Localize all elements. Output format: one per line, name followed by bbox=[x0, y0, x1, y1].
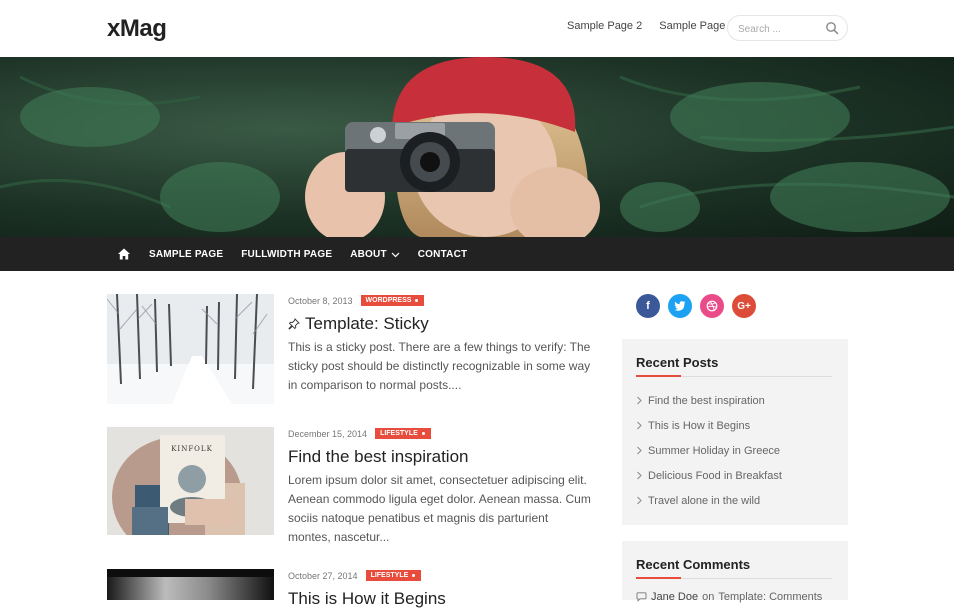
social-links: f G+ bbox=[636, 294, 764, 318]
post-title-text: Template: Sticky bbox=[305, 314, 429, 333]
post-thumbnail-kinfolk-magazine[interactable]: KINFOLK bbox=[107, 427, 274, 535]
hero-banner-image bbox=[0, 57, 954, 237]
category-label: LIFESTYLE bbox=[370, 572, 409, 579]
search-input[interactable] bbox=[736, 20, 826, 38]
list-item-label: This is How it Begins bbox=[648, 419, 751, 432]
post-meta: December 15, 2014 LIFESTYLE bbox=[288, 428, 431, 439]
search-icon[interactable] bbox=[825, 21, 839, 35]
comment-post-link[interactable]: Template: Comments bbox=[718, 591, 822, 603]
dot-icon bbox=[415, 299, 419, 302]
top-link-sample-page-2[interactable]: Sample Page 2 bbox=[567, 20, 642, 32]
recent-posts-list: Find the best inspiration This is How it… bbox=[636, 388, 782, 513]
category-label: WORDPRESS bbox=[365, 297, 412, 304]
post-thumbnail-snowy-road[interactable] bbox=[107, 294, 274, 404]
category-badge[interactable]: WORDPRESS bbox=[360, 295, 425, 306]
recent-comments-widget: Recent Comments Jane Doe on Template: Co… bbox=[622, 541, 848, 603]
hero-photo bbox=[0, 57, 954, 237]
site-logo[interactable]: xMag bbox=[107, 15, 167, 43]
nav-label: SAMPLE PAGE bbox=[149, 248, 224, 260]
chevron-right-icon bbox=[637, 496, 642, 505]
svg-text:KINFOLK: KINFOLK bbox=[171, 445, 213, 453]
list-item[interactable]: This is How it Begins bbox=[636, 413, 782, 438]
post-title-text: This is How it Begins bbox=[288, 589, 446, 608]
top-menu: Sample Page 2 Sample Page 3 bbox=[567, 20, 749, 32]
chevron-right-icon bbox=[637, 446, 642, 455]
nav-label: CONTACT bbox=[417, 248, 468, 260]
list-item[interactable]: Travel alone in the wild bbox=[636, 488, 782, 513]
post-meta: October 8, 2013 WORDPRESS bbox=[288, 295, 425, 306]
comment-icon bbox=[636, 592, 647, 602]
list-item-label: Delicious Food in Breakfast bbox=[648, 469, 782, 482]
nav-item-sample-page[interactable]: SAMPLE PAGE bbox=[149, 249, 223, 260]
dot-icon bbox=[421, 432, 425, 435]
list-item-label: Summer Holiday in Greece bbox=[648, 444, 781, 457]
pin-icon bbox=[288, 318, 300, 330]
comment-on: on bbox=[702, 591, 715, 603]
main-navigation: SAMPLE PAGE FULLWIDTH PAGE ABOUT CONTACT bbox=[0, 237, 954, 271]
recent-posts-widget: Recent Posts Find the best inspiration T… bbox=[622, 339, 848, 525]
nav-item-contact[interactable]: CONTACT bbox=[418, 249, 468, 260]
chevron-right-icon bbox=[637, 471, 642, 480]
nav-item-fullwidth-page[interactable]: FULLWIDTH PAGE bbox=[241, 249, 332, 260]
category-label: LIFESTYLE bbox=[380, 430, 418, 437]
widget-title: Recent Comments bbox=[636, 557, 751, 572]
site-header: xMag Sample Page 2 Sample Page 3 bbox=[0, 0, 954, 57]
facebook-icon[interactable]: f bbox=[636, 294, 660, 318]
post-date[interactable]: October 27, 2014 bbox=[288, 571, 358, 581]
post-date[interactable]: October 8, 2013 bbox=[288, 296, 353, 306]
category-badge[interactable]: LIFESTYLE bbox=[375, 428, 431, 439]
nav-label: FULLWIDTH PAGE bbox=[241, 248, 333, 260]
dribbble-icon[interactable] bbox=[700, 294, 724, 318]
post-excerpt: This is a sticky post. There are a few t… bbox=[288, 340, 591, 392]
list-item-label: Find the best inspiration bbox=[648, 394, 765, 407]
nav-item-about[interactable]: ABOUT bbox=[350, 249, 400, 260]
chevron-right-icon bbox=[637, 396, 642, 405]
home-icon[interactable] bbox=[117, 247, 131, 261]
list-item-label: Travel alone in the wild bbox=[648, 494, 761, 507]
post-title-text: Find the best inspiration bbox=[288, 447, 469, 466]
post-title[interactable]: Find the best inspiration bbox=[288, 447, 469, 467]
nav-label: ABOUT bbox=[350, 248, 387, 260]
post-thumbnail-blurred[interactable] bbox=[107, 569, 274, 600]
post-title[interactable]: Template: Sticky bbox=[288, 314, 429, 334]
dot-icon bbox=[412, 574, 416, 577]
widget-divider bbox=[636, 375, 832, 377]
widget-divider bbox=[636, 577, 832, 579]
category-badge[interactable]: LIFESTYLE bbox=[365, 570, 422, 581]
twitter-icon[interactable] bbox=[668, 294, 692, 318]
list-item[interactable]: Delicious Food in Breakfast bbox=[636, 463, 782, 488]
search-box bbox=[727, 15, 848, 41]
google-plus-icon[interactable]: G+ bbox=[732, 294, 756, 318]
comment-author[interactable]: Jane Doe bbox=[651, 591, 698, 603]
widget-title: Recent Posts bbox=[636, 355, 719, 370]
top-link-sample-page-3[interactable]: Sample Page 3 bbox=[659, 20, 734, 32]
post-excerpt: Lorem ipsum dolor sit amet, consectetuer… bbox=[288, 473, 591, 544]
post-date[interactable]: December 15, 2014 bbox=[288, 429, 367, 439]
list-item[interactable]: Find the best inspiration bbox=[636, 388, 782, 413]
recent-comment-item: Jane Doe on Template: Comments bbox=[636, 591, 822, 603]
chevron-down-icon bbox=[391, 252, 400, 257]
list-item[interactable]: Summer Holiday in Greece bbox=[636, 438, 782, 463]
post-meta: October 27, 2014 LIFESTYLE bbox=[288, 570, 422, 581]
chevron-right-icon bbox=[637, 421, 642, 430]
post-title[interactable]: This is How it Begins bbox=[288, 589, 446, 609]
